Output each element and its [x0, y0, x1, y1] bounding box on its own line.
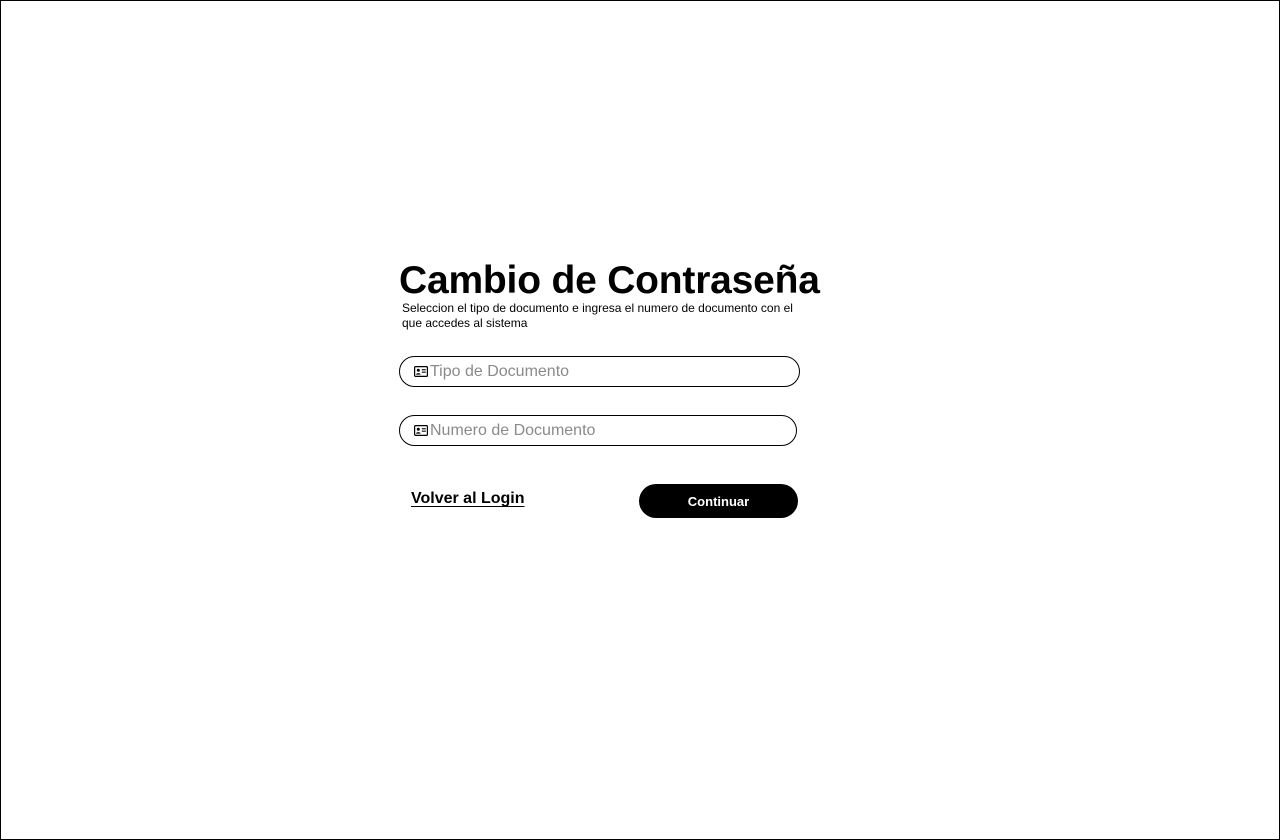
- document-number-field[interactable]: [399, 415, 797, 446]
- document-number-input[interactable]: [430, 416, 782, 445]
- document-type-field[interactable]: [399, 356, 800, 387]
- id-card-icon: [414, 366, 428, 377]
- document-type-input[interactable]: [430, 357, 785, 386]
- continue-button[interactable]: Continuar: [639, 484, 798, 518]
- id-card-icon: [414, 425, 428, 436]
- back-to-login-link[interactable]: Volver al Login: [411, 489, 525, 509]
- page-title: Cambio de Contraseña: [399, 259, 820, 302]
- page-subtitle: Seleccion el tipo de documento e ingresa…: [402, 301, 793, 330]
